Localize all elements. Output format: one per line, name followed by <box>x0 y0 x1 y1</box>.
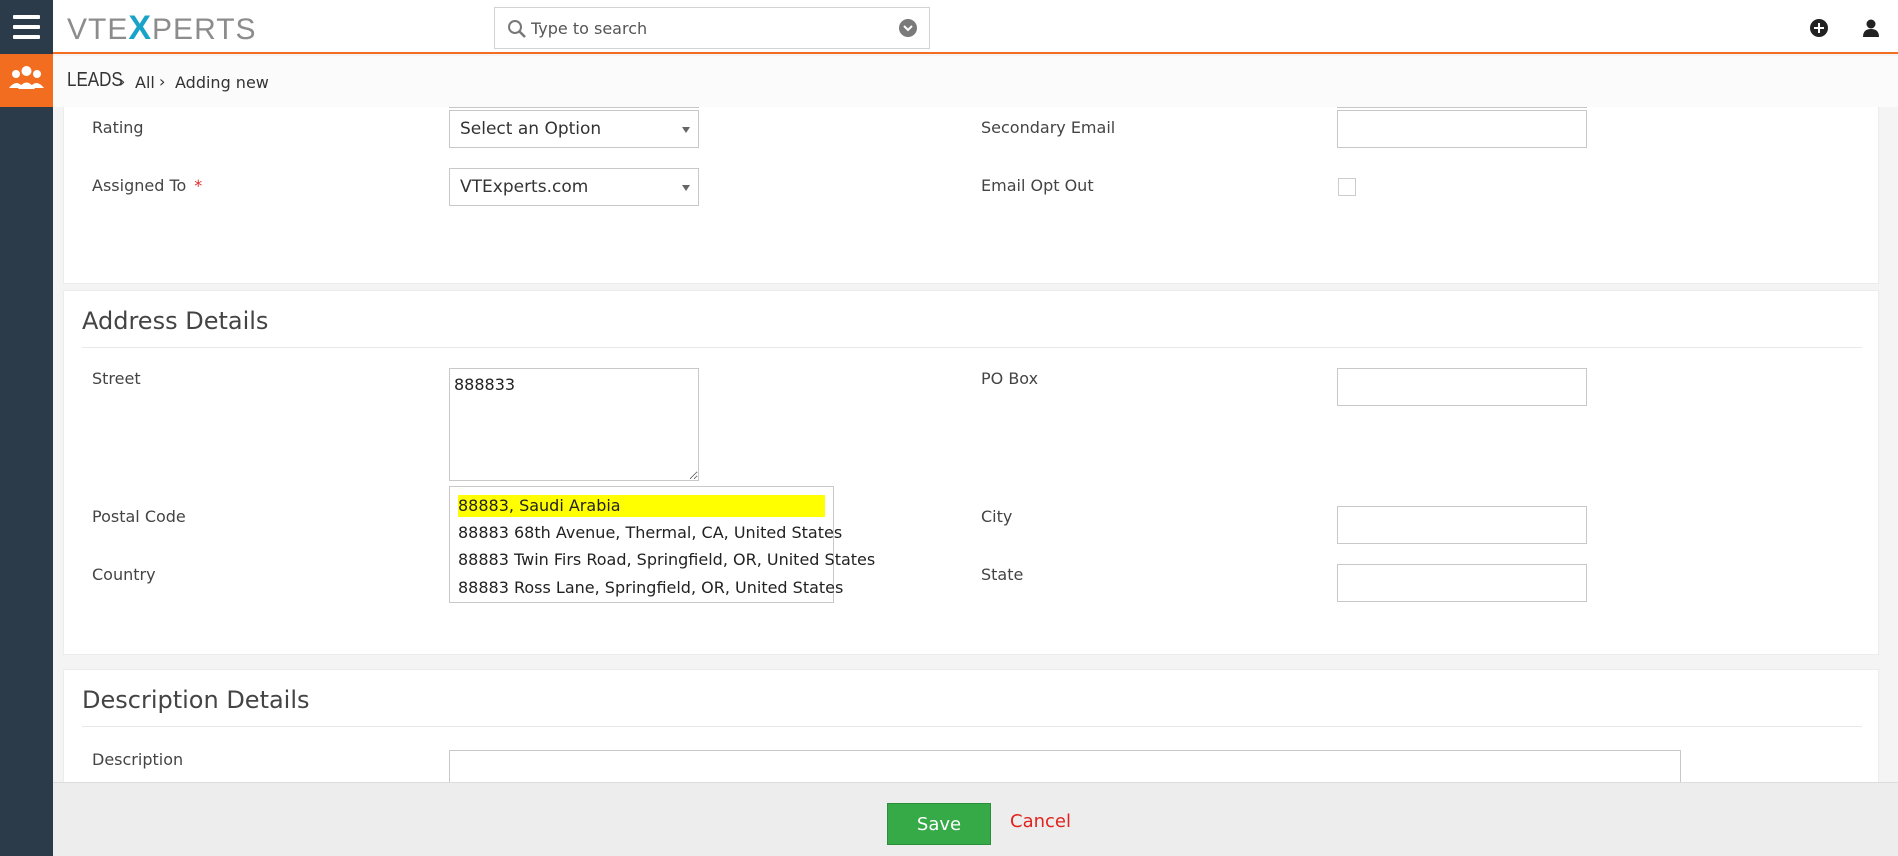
suggestion-item[interactable]: 88883 Ross Lane, Springfield, OR, United… <box>458 577 843 599</box>
save-button[interactable]: Save <box>887 803 991 845</box>
section-divider <box>82 347 1862 348</box>
breadcrumb-all[interactable]: All <box>135 73 155 92</box>
search-icon <box>508 20 526 38</box>
breadcrumb-chevron-icon: › <box>119 72 126 91</box>
required-marker: * <box>194 176 203 195</box>
suggestion-item[interactable]: 88883 68th Avenue, Thermal, CA, United S… <box>458 522 842 544</box>
postal-code-label: Postal Code <box>92 507 186 526</box>
address-suggestions-dropdown: 88883, Saudi Arabia 88883 68th Avenue, T… <box>449 486 875 603</box>
breadcrumb-chevron-icon: › <box>159 72 166 91</box>
rating-select[interactable]: Select an Option <box>449 110 699 148</box>
suggestion-item[interactable]: 88883, Saudi Arabia <box>458 495 825 517</box>
caret-down-icon <box>682 127 690 133</box>
city-label: City <box>981 507 1013 526</box>
description-section-title: Description Details <box>82 686 310 714</box>
hidden-field-top-left[interactable] <box>449 107 699 108</box>
section-divider <box>82 726 1862 727</box>
quick-create-plus-icon[interactable] <box>1809 18 1829 38</box>
form-footer: Save Cancel <box>53 782 1898 856</box>
vtexperts-logo[interactable]: VTEXPERTS <box>67 9 257 47</box>
street-textarea[interactable]: 888833 <box>449 368 699 481</box>
suggestion-item[interactable]: 88883 Twin Firs Road, Springfield, OR, U… <box>458 549 875 571</box>
assigned-to-label: Assigned To * <box>92 176 202 195</box>
breadcrumb: LEADS › All › Adding new <box>53 56 1898 107</box>
po-box-input[interactable] <box>1337 368 1587 406</box>
state-input[interactable] <box>1337 564 1587 602</box>
leads-module-icon[interactable] <box>0 54 53 107</box>
address-details-panel: Address Details Street 888833 Postal Cod… <box>63 290 1879 655</box>
hidden-field-top-right[interactable] <box>1337 107 1587 108</box>
description-details-panel: Description Details Description <box>63 669 1879 782</box>
form-content: Rating Select an Option Assigned To * VTE… <box>53 107 1898 782</box>
lead-information-panel: Rating Select an Option Assigned To * VTE… <box>63 107 1879 284</box>
global-search[interactable] <box>494 7 930 49</box>
breadcrumb-current: Adding new <box>175 73 269 92</box>
po-box-label: PO Box <box>981 369 1039 388</box>
email-opt-out-checkbox[interactable] <box>1338 178 1356 196</box>
country-label: Country <box>92 565 156 584</box>
assigned-to-label-text: Assigned To <box>92 176 187 195</box>
breadcrumb-module[interactable]: LEADS <box>67 69 123 92</box>
left-sidebar <box>0 0 53 856</box>
top-header: VTEXPERTS <box>53 0 1898 54</box>
logo-text-x: X <box>128 9 153 47</box>
logo-text-left: VTE <box>67 13 129 46</box>
chevron-down-icon[interactable] <box>899 19 917 37</box>
city-input[interactable] <box>1337 506 1587 544</box>
rating-label: Rating <box>92 118 144 137</box>
search-input[interactable] <box>531 16 891 40</box>
hamburger-menu-icon[interactable] <box>0 0 53 54</box>
street-label: Street <box>92 369 141 388</box>
assigned-to-value: VTExperts.com <box>460 177 589 197</box>
cancel-link[interactable]: Cancel <box>1010 811 1071 832</box>
user-profile-icon[interactable] <box>1861 18 1881 38</box>
caret-down-icon <box>682 185 690 191</box>
email-opt-out-label: Email Opt Out <box>981 176 1094 195</box>
rating-select-value: Select an Option <box>460 119 602 139</box>
address-section-title: Address Details <box>82 307 269 335</box>
secondary-email-label: Secondary Email <box>981 118 1116 137</box>
state-label: State <box>981 565 1024 584</box>
assigned-to-select[interactable]: VTExperts.com <box>449 168 699 206</box>
description-textarea[interactable] <box>449 750 1681 782</box>
secondary-email-input[interactable] <box>1337 110 1587 148</box>
description-label: Description <box>92 750 184 769</box>
logo-text-right: PERTS <box>152 13 257 46</box>
